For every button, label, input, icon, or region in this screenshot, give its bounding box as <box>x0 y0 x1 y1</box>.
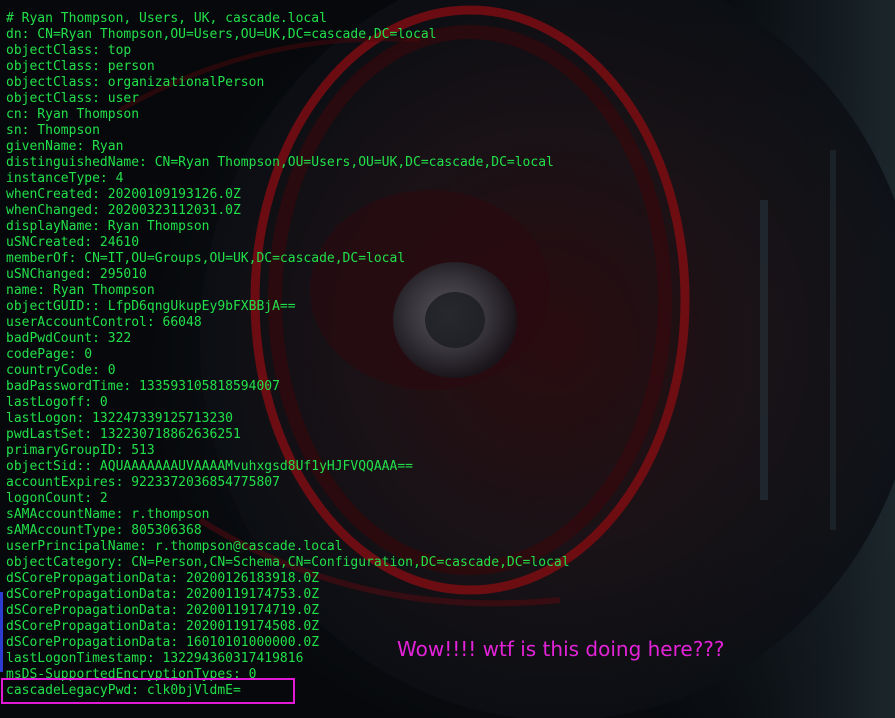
output-line: displayName: Ryan Thompson <box>6 219 210 234</box>
output-line: name: Ryan Thompson <box>6 283 155 298</box>
terminal-window[interactable]: # Ryan Thompson, Users, UK, cascade.loca… <box>0 0 895 718</box>
output-line: objectCategory: CN=Person,CN=Schema,CN=C… <box>6 555 570 570</box>
output-line: primaryGroupID: 513 <box>6 443 155 458</box>
output-line: lastLogon: 132247339125713230 <box>6 411 233 426</box>
output-line: dn: CN=Ryan Thompson,OU=Users,OU=UK,DC=c… <box>6 27 437 42</box>
output-line: dSCorePropagationData: 20200119174753.0Z <box>6 587 320 602</box>
pane-edge-marker <box>0 592 3 672</box>
output-line: lastLogoff: 0 <box>6 395 108 410</box>
output-line: pwdLastSet: 132230718862636251 <box>6 427 241 442</box>
annotation-text: Wow!!!! wtf is this doing here??? <box>397 637 725 661</box>
output-line: sn: Thompson <box>6 123 100 138</box>
output-line: badPwdCount: 322 <box>6 331 132 346</box>
output-line: givenName: Ryan <box>6 139 124 154</box>
output-line: sAMAccountType: 805306368 <box>6 523 202 538</box>
output-line: accountExpires: 9223372036854775807 <box>6 475 280 490</box>
output-line: dSCorePropagationData: 20200119174719.0Z <box>6 603 320 618</box>
output-line: logonCount: 2 <box>6 491 108 506</box>
output-line: instanceType: 4 <box>6 171 124 186</box>
output-line: dSCorePropagationData: 20200126183918.0Z <box>6 571 320 586</box>
output-line: objectGUID:: LfpD6qngUkupEy9bFXBBjA== <box>6 299 296 314</box>
output-line: uSNCreated: 24610 <box>6 235 140 250</box>
ldap-output[interactable]: # Ryan Thompson, Users, UK, cascade.loca… <box>6 11 570 699</box>
output-line: objectClass: top <box>6 43 132 58</box>
output-line: userPrincipalName: r.thompson@cascade.lo… <box>6 539 343 554</box>
output-line: whenCreated: 20200109193126.0Z <box>6 187 241 202</box>
output-line: countryCode: 0 <box>6 363 116 378</box>
output-line: objectClass: organizationalPerson <box>6 75 265 90</box>
output-line: dSCorePropagationData: 20200119174508.0Z <box>6 619 320 634</box>
output-line: badPasswordTime: 133593105818594007 <box>6 379 280 394</box>
highlight-box <box>1 678 295 704</box>
output-line: distinguishedName: CN=Ryan Thompson,OU=U… <box>6 155 554 170</box>
output-line: cn: Ryan Thompson <box>6 107 140 122</box>
output-line: whenChanged: 20200323112031.0Z <box>6 203 241 218</box>
output-line: objectSid:: AQUAAAAAAAUVAAAAMvuhxgsd8Uf1… <box>6 459 413 474</box>
output-line: sAMAccountName: r.thompson <box>6 507 210 522</box>
output-line: codePage: 0 <box>6 347 93 362</box>
output-line: objectClass: user <box>6 91 140 106</box>
output-line: userAccountControl: 66048 <box>6 315 202 330</box>
output-comment-line: # Ryan Thompson, Users, UK, cascade.loca… <box>6 11 327 26</box>
output-line: objectClass: person <box>6 59 155 74</box>
output-line: uSNChanged: 295010 <box>6 267 147 282</box>
output-line: memberOf: CN=IT,OU=Groups,OU=UK,DC=casca… <box>6 251 406 266</box>
